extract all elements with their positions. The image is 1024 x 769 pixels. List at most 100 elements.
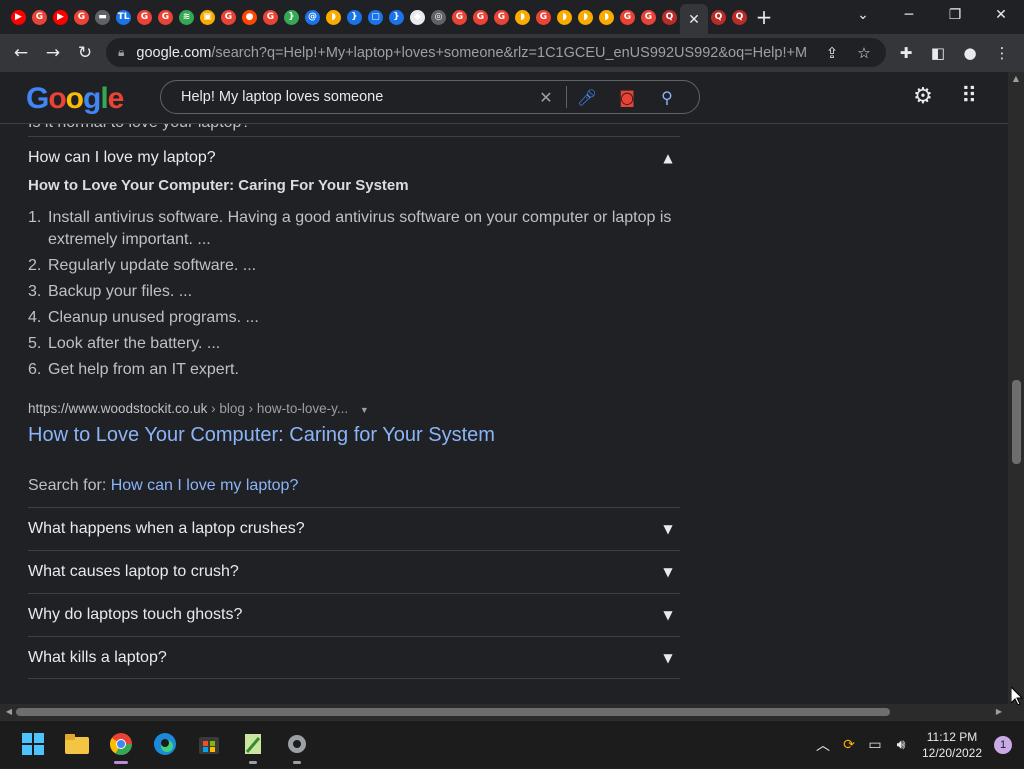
active-tab[interactable]: ✕ bbox=[680, 4, 708, 34]
sync-icon[interactable]: ⟳ bbox=[836, 737, 862, 753]
network-icon[interactable]: ▭ bbox=[862, 737, 888, 753]
browser-tab-9[interactable]: ▣ bbox=[197, 4, 218, 30]
chevron-down-icon[interactable]: ▼ bbox=[660, 608, 676, 622]
browser-tab-0[interactable]: ▶ bbox=[8, 4, 29, 30]
file-explorer-button[interactable] bbox=[62, 729, 92, 759]
tl-icon: TL bbox=[116, 9, 131, 25]
browser-tab-15[interactable]: ◗ bbox=[323, 4, 344, 30]
vertical-scroll-thumb[interactable] bbox=[1012, 380, 1021, 464]
share-icon[interactable]: ⇪ bbox=[816, 44, 848, 62]
close-tab-icon[interactable]: ✕ bbox=[688, 11, 700, 28]
browser-tab-4[interactable]: ▬ bbox=[92, 4, 113, 30]
browser-tab-14[interactable]: @ bbox=[302, 4, 323, 30]
horizontal-scrollbar[interactable]: ◀ ▶ bbox=[0, 704, 1008, 720]
notepad-plus-button[interactable] bbox=[238, 729, 268, 764]
url-text[interactable]: google.com/search?q=Help!+My+laptop+love… bbox=[136, 45, 806, 61]
scroll-left-arrow-icon[interactable]: ◀ bbox=[2, 704, 16, 720]
new-tab-button[interactable]: + bbox=[750, 5, 778, 29]
back-button[interactable]: ← bbox=[5, 37, 37, 69]
address-bar[interactable]: 🔒︎ google.com/search?q=Help!+My+laptop+l… bbox=[106, 38, 886, 67]
shield-icon: ◗ bbox=[326, 9, 341, 25]
store-button[interactable] bbox=[194, 729, 224, 759]
chevron-down-icon[interactable]: ▼ bbox=[660, 565, 676, 579]
browser-tab-3[interactable]: G bbox=[71, 4, 92, 30]
browser-tab-27[interactable]: ◗ bbox=[575, 4, 596, 30]
chrome-taskbar-button[interactable] bbox=[106, 729, 136, 764]
tab-search-button[interactable]: ⌄ bbox=[840, 0, 886, 30]
horizontal-scroll-thumb[interactable] bbox=[16, 708, 890, 716]
profile-icon[interactable]: ● bbox=[954, 37, 986, 69]
microphone-icon[interactable]: 🎤︎ bbox=[567, 88, 607, 107]
browser-tab-28[interactable]: ◗ bbox=[596, 4, 617, 30]
settings-gear-icon[interactable]: ⚙ bbox=[900, 84, 946, 109]
chevron-down-icon[interactable]: ▼ bbox=[660, 522, 676, 536]
search-query[interactable]: Help! My laptop loves someone bbox=[181, 89, 531, 105]
question-row[interactable]: What happens when a laptop crushes? ▼ bbox=[28, 507, 680, 550]
browser-tab-25[interactable]: G bbox=[533, 4, 554, 30]
browser-tab-10[interactable]: G bbox=[218, 4, 239, 30]
source-title-link[interactable]: How to Love Your Computer: Caring for Yo… bbox=[28, 424, 680, 447]
scroll-up-arrow-icon[interactable]: ▲ bbox=[1008, 74, 1024, 83]
source-citation[interactable]: https://www.woodstockit.co.uk › blog › h… bbox=[28, 401, 680, 416]
partial-question-row[interactable]: Is it normal to love your laptop? bbox=[28, 124, 680, 137]
lens-camera-icon[interactable]: ◙ bbox=[607, 88, 647, 107]
edge-button[interactable] bbox=[150, 729, 180, 759]
browser-tab-13[interactable]: } bbox=[281, 4, 302, 30]
browser-tab-11[interactable]: ● bbox=[239, 4, 260, 30]
browser-tab-5[interactable]: TL bbox=[113, 4, 134, 30]
browser-tab-19[interactable]: ◆ bbox=[407, 4, 428, 30]
scroll-right-arrow-icon[interactable]: ▶ bbox=[992, 704, 1006, 720]
chevron-up-icon[interactable]: ▲ bbox=[660, 151, 676, 165]
chevron-down-icon[interactable]: ▼ bbox=[660, 651, 676, 665]
question-row[interactable]: What causes laptop to crush? ▼ bbox=[28, 550, 680, 593]
vertical-scrollbar[interactable]: ▲ bbox=[1008, 72, 1024, 704]
browser-tab-6[interactable]: G bbox=[134, 4, 155, 30]
browser-tab-23[interactable]: G bbox=[491, 4, 512, 30]
google-search-box[interactable]: Help! My laptop loves someone ✕ 🎤︎ ◙ ⚲ bbox=[160, 80, 700, 114]
browser-tab-21[interactable]: G bbox=[449, 4, 470, 30]
browser-tab-2[interactable]: ▶ bbox=[50, 4, 71, 30]
lock-icon[interactable]: 🔒︎ bbox=[118, 45, 124, 60]
close-window-button[interactable]: ✕ bbox=[978, 0, 1024, 30]
search-for-link[interactable]: How can I love my laptop? bbox=[111, 477, 299, 494]
reload-button[interactable]: ↻ bbox=[69, 37, 101, 69]
clock[interactable]: 11:12 PM 12/20/2022 bbox=[914, 729, 990, 761]
chevron-up-tray-icon[interactable]: ︿ bbox=[810, 735, 836, 755]
browser-tab-after-1[interactable]: Q bbox=[729, 4, 750, 30]
question-row[interactable]: Why do laptops touch ghosts? ▼ bbox=[28, 593, 680, 636]
browser-tab-18[interactable]: } bbox=[386, 4, 407, 30]
question-text: What happens when a laptop crushes? bbox=[28, 520, 305, 537]
open-question-row[interactable]: How can I love my laptop? ▲ bbox=[28, 137, 680, 179]
clear-icon[interactable]: ✕ bbox=[526, 88, 566, 107]
search-icon[interactable]: ⚲ bbox=[647, 88, 687, 107]
side-panel-icon[interactable]: ◧ bbox=[922, 37, 954, 69]
more-options-icon[interactable]: ▼ bbox=[360, 405, 369, 415]
browser-tab-29[interactable]: G bbox=[617, 4, 638, 30]
apps-grid-icon[interactable]: ⠿ bbox=[946, 84, 992, 109]
browser-tab-16[interactable]: } bbox=[344, 4, 365, 30]
browser-tab-24[interactable]: ◗ bbox=[512, 4, 533, 30]
notification-badge[interactable]: 1 bbox=[994, 736, 1012, 754]
google-doodle-logo[interactable]: Google bbox=[26, 82, 124, 116]
browser-tab-7[interactable]: G bbox=[155, 4, 176, 30]
browser-tab-20[interactable]: ◎ bbox=[428, 4, 449, 30]
bookmark-star-icon[interactable]: ☆ bbox=[848, 44, 880, 62]
browser-tab-1[interactable]: G bbox=[29, 4, 50, 30]
browser-tab-31[interactable]: Q bbox=[659, 4, 680, 30]
question-row[interactable]: What kills a laptop? ▼ bbox=[28, 636, 680, 679]
settings-taskbar-button[interactable] bbox=[282, 729, 312, 764]
minimize-button[interactable]: ─ bbox=[886, 0, 932, 30]
extensions-icon[interactable]: ✚ bbox=[890, 37, 922, 69]
menu-dots-icon[interactable]: ⋮ bbox=[986, 37, 1018, 69]
browser-tab-after-0[interactable]: Q bbox=[708, 4, 729, 30]
browser-tab-22[interactable]: G bbox=[470, 4, 491, 30]
restore-button[interactable]: ❐ bbox=[932, 0, 978, 30]
browser-tab-12[interactable]: G bbox=[260, 4, 281, 30]
volume-icon[interactable]: 🔊︎ bbox=[888, 737, 914, 753]
forward-button[interactable]: → bbox=[37, 37, 69, 69]
browser-tab-26[interactable]: ◗ bbox=[554, 4, 575, 30]
start-button[interactable] bbox=[18, 729, 48, 759]
browser-tab-30[interactable]: G bbox=[638, 4, 659, 30]
browser-tab-8[interactable]: ≋ bbox=[176, 4, 197, 30]
browser-tab-17[interactable]: ▢ bbox=[365, 4, 386, 30]
